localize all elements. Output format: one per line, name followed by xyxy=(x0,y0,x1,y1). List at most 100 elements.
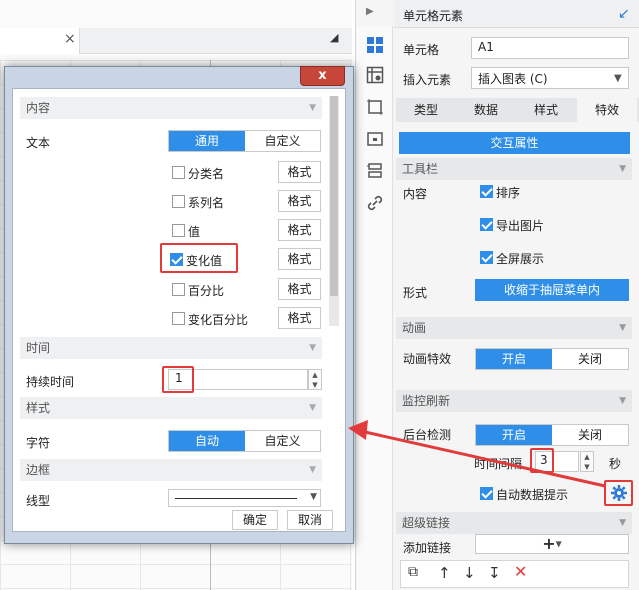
link-icon[interactable] xyxy=(364,192,386,214)
chevron-down-icon[interactable]: ▼ xyxy=(614,73,622,84)
move-up-icon[interactable]: ↑ xyxy=(438,564,451,582)
dialog-scrollbar-thumb[interactable] xyxy=(330,96,338,296)
change-percentage-format-button[interactable]: 格式 xyxy=(278,307,321,329)
widget-icon[interactable] xyxy=(364,128,386,150)
text-mode-custom[interactable]: 自定义 xyxy=(245,131,320,151)
ok-button[interactable]: 确定 xyxy=(232,510,278,530)
background-check-toggle[interactable]: 开启 关闭 xyxy=(475,424,629,446)
toolbar-section-header[interactable]: 工具栏 ▼ xyxy=(396,158,632,180)
content-section-title: 内容 xyxy=(26,101,51,115)
change-percentage-label: 变化百分比 xyxy=(188,313,249,327)
series-name-format-button[interactable]: 格式 xyxy=(278,190,321,212)
chevron-down-icon: ▼ xyxy=(619,323,626,333)
insert-element-select[interactable]: 插入图表 (C) xyxy=(471,67,629,89)
condition-icon[interactable] xyxy=(364,160,386,182)
interval-stepper[interactable]: ▲ ▼ xyxy=(580,451,594,472)
cell-attribute-icon[interactable] xyxy=(364,64,386,86)
value-format-button[interactable]: 格式 xyxy=(278,219,321,241)
panel-title: 单元格元素 xyxy=(403,9,464,23)
animation-toggle[interactable]: 开启 关闭 xyxy=(475,348,629,370)
pin-icon[interactable]: ↙ xyxy=(618,6,630,22)
tab-close-icon[interactable]: × xyxy=(64,31,76,47)
chevron-down-icon: ▼ xyxy=(309,403,316,413)
tab-style[interactable]: 样式 xyxy=(516,98,576,122)
tab-data[interactable]: 数据 xyxy=(456,98,516,122)
expand-icon[interactable]: ◢ xyxy=(330,31,338,44)
change-value-highlight-box xyxy=(160,243,238,273)
insert-element-label: 插入元素 xyxy=(403,73,452,87)
fullscreen-label: 全屏展示 xyxy=(496,252,545,266)
character-custom-option[interactable]: 自定义 xyxy=(245,431,320,451)
animation-effect-label: 动画特效 xyxy=(403,352,452,366)
interval-label: 时间间隔 xyxy=(474,457,523,471)
change-value-format-button[interactable]: 格式 xyxy=(278,248,321,270)
animation-off-option[interactable]: 关闭 xyxy=(552,349,628,369)
value-label: 值 xyxy=(188,225,201,239)
chevron-down-icon: ▼ xyxy=(619,518,626,528)
hyperlink-section-header[interactable]: 超级链接 ▼ xyxy=(396,512,632,534)
text-mode-toggle[interactable]: 通用 自定义 xyxy=(168,130,321,152)
character-toggle[interactable]: 自动 自定义 xyxy=(168,430,321,452)
animation-on-option[interactable]: 开启 xyxy=(476,349,552,369)
add-link-dropdown[interactable]: +▼ xyxy=(475,534,629,554)
border-section-title: 边框 xyxy=(26,463,51,477)
chevron-down-icon: ▼ xyxy=(619,164,626,174)
interval-highlight-box xyxy=(530,448,554,473)
percentage-checkbox[interactable] xyxy=(172,283,185,296)
duration-label: 持续时间 xyxy=(26,375,75,389)
move-bottom-icon[interactable]: ↧ xyxy=(488,564,501,582)
tab-effect[interactable]: 特效 xyxy=(577,98,637,122)
background-check-label: 后台检测 xyxy=(403,428,452,442)
monitor-section-header[interactable]: 监控刷新 ▼ xyxy=(396,390,632,412)
copy-icon[interactable]: ⧉ xyxy=(408,564,418,580)
sort-checkbox[interactable] xyxy=(480,185,493,198)
form-collapse-drawer-button[interactable]: 收缩于抽屉菜单内 xyxy=(475,279,629,301)
export-image-label: 导出图片 xyxy=(496,219,545,233)
category-name-label: 分类名 xyxy=(188,167,225,181)
style-section-header[interactable]: 样式 ▼ xyxy=(20,397,322,419)
value-checkbox[interactable] xyxy=(172,224,185,237)
category-name-checkbox[interactable] xyxy=(172,166,185,179)
insert-element-value: 插入图表 (C) xyxy=(478,72,548,86)
content-section-header[interactable]: 内容 ▼ xyxy=(20,97,322,119)
change-percentage-checkbox[interactable] xyxy=(172,312,185,325)
interaction-properties-button[interactable]: 交互属性 xyxy=(399,132,630,154)
gear-highlight-box xyxy=(604,480,633,506)
delete-icon[interactable]: ✕ xyxy=(514,562,527,581)
dialog-close-button[interactable]: x xyxy=(300,66,345,86)
animation-section-header[interactable]: 动画 ▼ xyxy=(396,317,632,339)
percentage-format-button[interactable]: 格式 xyxy=(278,278,321,300)
series-name-checkbox[interactable] xyxy=(172,195,185,208)
chevron-down-icon: ▼ xyxy=(309,343,316,353)
duration-highlight-box xyxy=(162,366,194,393)
tab-type[interactable]: 类型 xyxy=(396,98,456,122)
line-type-select[interactable]: ▼ xyxy=(168,489,321,507)
cell-input[interactable]: A1 xyxy=(471,37,629,59)
border-section-header[interactable]: 边框 ▼ xyxy=(20,459,322,481)
time-section-header[interactable]: 时间 ▼ xyxy=(20,337,322,359)
export-image-checkbox[interactable] xyxy=(480,218,493,231)
add-link-button-label: + xyxy=(542,534,556,553)
background-check-on-option[interactable]: 开启 xyxy=(476,425,552,445)
cancel-button[interactable]: 取消 xyxy=(287,510,333,530)
cell-element-icon[interactable] xyxy=(364,34,386,56)
monitor-section-title: 监控刷新 xyxy=(402,394,451,408)
chevron-down-icon: ▼ xyxy=(619,396,626,406)
text-mode-general[interactable]: 通用 xyxy=(169,131,245,151)
frame-icon[interactable] xyxy=(364,96,386,118)
collapse-arrow-icon[interactable]: ▶ xyxy=(366,6,374,17)
chevron-down-icon: ▼ xyxy=(555,539,562,549)
time-section-title: 时间 xyxy=(26,341,51,355)
background-check-off-option[interactable]: 关闭 xyxy=(552,425,628,445)
chevron-down-icon: ▼ xyxy=(310,492,317,502)
category-name-format-button[interactable]: 格式 xyxy=(278,161,321,183)
content-label: 内容 xyxy=(403,187,428,201)
sort-label: 排序 xyxy=(496,186,521,200)
auto-data-tip-checkbox[interactable] xyxy=(480,487,493,500)
fullscreen-checkbox[interactable] xyxy=(480,251,493,264)
move-down-icon[interactable]: ↓ xyxy=(463,564,476,582)
duration-stepper[interactable]: ▲ ▼ xyxy=(308,369,322,390)
character-auto-option[interactable]: 自动 xyxy=(169,431,245,451)
add-link-label: 添加链接 xyxy=(403,541,452,555)
toolbar-section-title: 工具栏 xyxy=(402,162,439,176)
